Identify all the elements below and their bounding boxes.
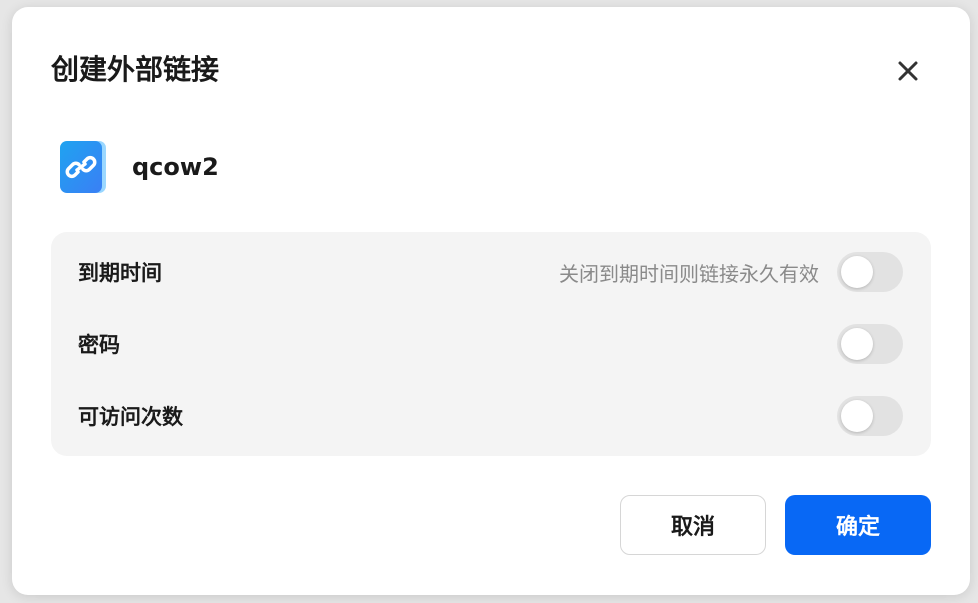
password-label: 密码: [78, 333, 120, 357]
toggle-knob: [841, 400, 873, 432]
link-settings-panel: 到期时间 关闭到期时间则链接永久有效 密码 可访问次数: [51, 232, 931, 456]
close-button[interactable]: [892, 55, 924, 87]
cancel-button[interactable]: 取消: [620, 495, 766, 555]
confirm-button[interactable]: 确定: [785, 495, 931, 555]
toggle-knob: [841, 256, 873, 288]
link-file-icon: [60, 141, 106, 193]
password-toggle[interactable]: [837, 324, 903, 364]
setting-row-password: 密码: [51, 324, 931, 364]
toggle-knob: [841, 328, 873, 360]
expiry-label: 到期时间: [78, 261, 162, 285]
dialog-title: 创建外部链接: [51, 53, 220, 86]
create-external-link-dialog: 创建外部链接 qcow2 到期时间 关闭到期时间则链接永久有效 密码 可访问次数…: [12, 7, 970, 595]
file-info: qcow2: [58, 139, 219, 195]
visit-limit-toggle[interactable]: [837, 396, 903, 436]
expiry-hint: 关闭到期时间则链接永久有效: [559, 261, 819, 286]
visit-limit-label: 可访问次数: [78, 405, 183, 429]
setting-row-visit-limit: 可访问次数: [51, 396, 931, 436]
close-icon: [898, 61, 918, 81]
file-name: qcow2: [132, 153, 219, 181]
expiry-toggle[interactable]: [837, 252, 903, 292]
setting-row-expiry: 到期时间 关闭到期时间则链接永久有效: [51, 252, 931, 292]
